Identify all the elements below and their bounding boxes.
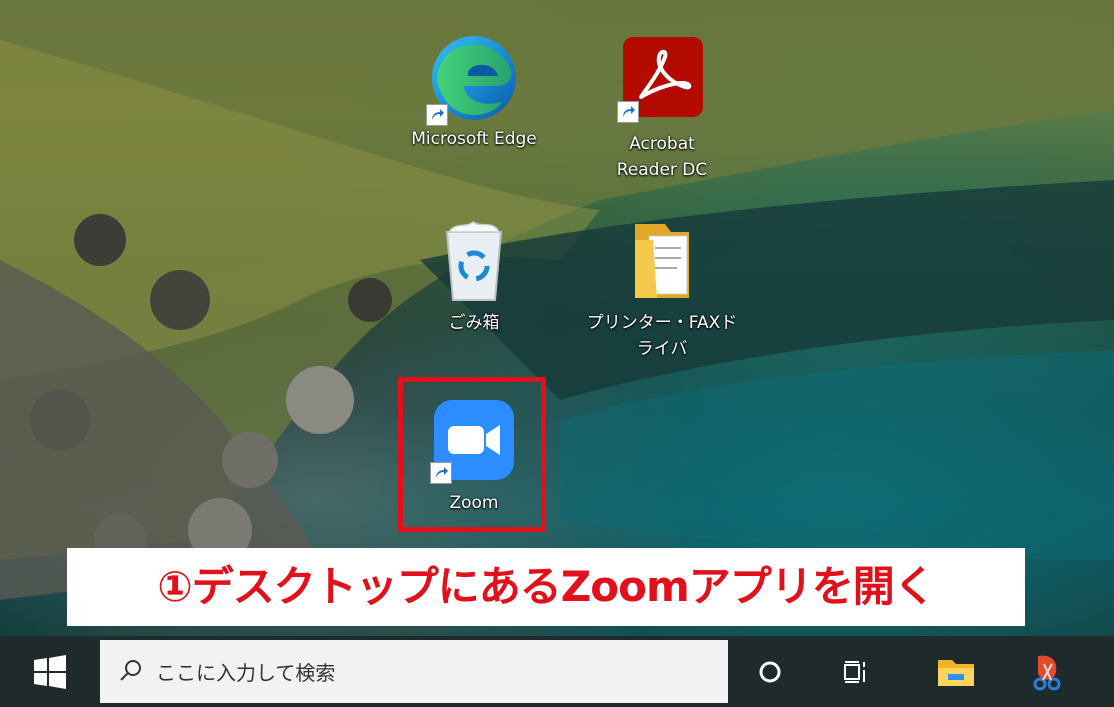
start-icon bbox=[34, 655, 66, 689]
taskbar-search-box[interactable]: ここに入力して検索 bbox=[100, 640, 728, 703]
desktop-icon-edge[interactable]: Microsoft Edge bbox=[394, 32, 554, 152]
file-explorer-icon bbox=[938, 660, 974, 686]
icon-label: プリンター・FAXドライバ bbox=[586, 313, 738, 359]
desktop-icon-acrobat[interactable]: Acrobat Reader DC bbox=[582, 32, 742, 183]
search-placeholder: ここに入力して検索 bbox=[156, 661, 336, 685]
shortcut-arrow-icon bbox=[617, 101, 639, 123]
zoom-highlight-box bbox=[398, 377, 546, 532]
desktop: Microsoft Edge Acrobat Reader DC ごみ箱 プリン… bbox=[0, 0, 1114, 636]
recycle-bin-icon bbox=[445, 221, 503, 301]
cortana-button[interactable] bbox=[748, 650, 792, 694]
snipping-tool-icon bbox=[1033, 655, 1061, 691]
desktop-icon-recycle-bin[interactable]: ごみ箱 bbox=[394, 218, 554, 336]
task-view-icon bbox=[844, 661, 865, 683]
wallpaper bbox=[0, 0, 1114, 600]
shortcut-arrow-icon bbox=[426, 104, 448, 126]
icon-label: Acrobat Reader DC bbox=[616, 134, 708, 180]
icon-label: ごみ箱 bbox=[448, 313, 500, 333]
snipping-tool-button[interactable] bbox=[1026, 650, 1070, 694]
task-view-button[interactable] bbox=[834, 650, 878, 694]
icon-label: Microsoft Edge bbox=[411, 129, 537, 149]
folder-icon bbox=[635, 224, 689, 298]
taskbar: ここに入力して検索 bbox=[0, 636, 1114, 707]
desktop-icon-printer-folder[interactable]: プリンター・FAXドライバ bbox=[582, 218, 742, 362]
search-icon bbox=[120, 660, 141, 681]
file-explorer-button[interactable] bbox=[934, 650, 978, 694]
instruction-banner: ①デスクトップにあるZoomアプリを開く bbox=[67, 548, 1025, 626]
cortana-icon bbox=[759, 661, 781, 683]
instruction-text: ①デスクトップにあるZoomアプリを開く bbox=[157, 562, 936, 611]
start-button[interactable] bbox=[30, 652, 70, 692]
